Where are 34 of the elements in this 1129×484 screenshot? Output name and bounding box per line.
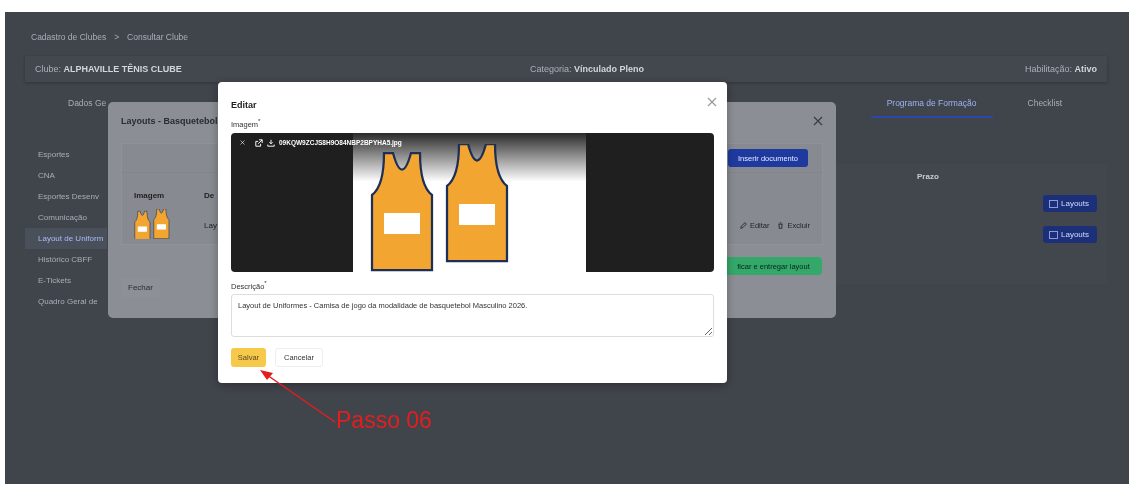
trash-icon[interactable] xyxy=(777,221,785,229)
external-link-icon[interactable] xyxy=(255,138,263,147)
club-name: Clube: ALPHAVILLE TÊNIS CLUBE xyxy=(35,64,183,74)
dialog-title: Editar xyxy=(231,100,257,110)
layouts-button[interactable]: Layouts xyxy=(1043,226,1097,243)
sidebar-item[interactable]: Esportes Desenv xyxy=(25,186,107,207)
layouts-button[interactable]: Layouts xyxy=(1043,195,1097,212)
sidebar-item[interactable]: CNA xyxy=(25,165,107,186)
jersey-thumbnail xyxy=(134,209,170,239)
close-icon[interactable] xyxy=(707,97,717,107)
sidebar-item[interactable]: Layout de Uniform xyxy=(25,228,107,249)
breadcrumb-item[interactable]: Consultar Clube xyxy=(127,32,189,42)
column-header: Imagem xyxy=(134,190,166,200)
sidebar-item[interactable]: E-Tickets xyxy=(25,270,107,291)
breadcrumb-item[interactable]: Cadastro de Clubes xyxy=(31,32,107,42)
club-category: Categoria: Vínculado Pleno xyxy=(530,64,646,74)
remove-icon[interactable] xyxy=(240,140,245,145)
breadcrumb-separator: > xyxy=(114,32,120,42)
download-icon[interactable] xyxy=(267,138,275,147)
column-header: De xyxy=(204,190,215,200)
tab[interactable]: Programa de Formação xyxy=(870,98,993,118)
table-cell: Lay xyxy=(204,220,217,230)
annotation-label: Passo 06 xyxy=(336,407,432,434)
close-icon[interactable] xyxy=(813,116,823,126)
sidebar-item[interactable]: Quadro Geral de xyxy=(25,291,107,312)
dialog-title: Layouts - Basquetebol xyxy=(121,116,218,126)
tab[interactable]: Checklist xyxy=(1027,98,1062,118)
sidebar-item[interactable]: Comunicação xyxy=(25,207,107,228)
sidebar-item[interactable]: Esportes xyxy=(25,144,107,165)
sidebar-item[interactable]: Histórico CBFF xyxy=(25,249,107,270)
club-status: Habilitação: Ativo xyxy=(1024,64,1097,74)
tab[interactable]: Dados Ge xyxy=(68,98,107,118)
column-header: Prazo xyxy=(917,172,939,181)
pencil-icon[interactable] xyxy=(739,221,747,229)
